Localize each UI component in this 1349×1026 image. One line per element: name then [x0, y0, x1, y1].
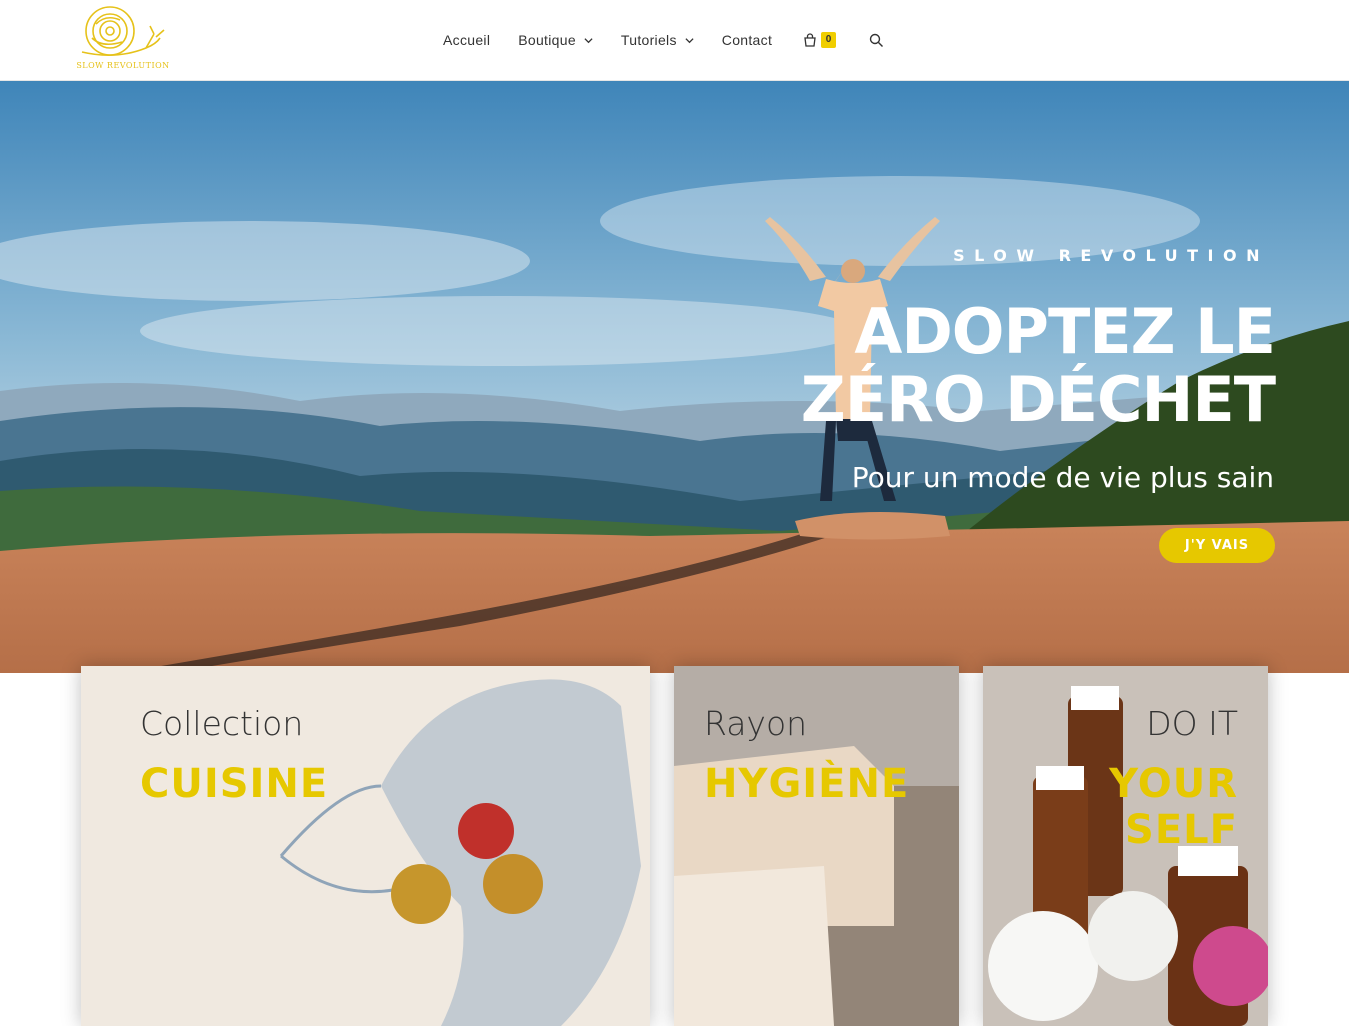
nav-item-accueil[interactable]: Accueil — [429, 32, 504, 48]
card-label: DO IT — [1146, 704, 1238, 743]
cart-count-badge: 0 — [821, 32, 837, 48]
main-navigation: Accueil Boutique Tutoriels Contact 0 — [429, 0, 898, 80]
nav-item-boutique[interactable]: Boutique — [504, 32, 607, 48]
card-label: Collection — [140, 704, 304, 743]
cart-button[interactable]: 0 — [786, 32, 853, 48]
shopping-bag-icon — [804, 33, 816, 47]
snail-logo-icon — [81, 6, 165, 56]
search-button[interactable] — [853, 33, 898, 48]
category-card-diy[interactable]: DO IT YOUR SELF — [983, 666, 1268, 1026]
nav-label: Accueil — [443, 32, 491, 48]
hero-subtitle: Pour un mode de vie plus sain — [851, 461, 1274, 494]
nav-label: Boutique — [518, 32, 576, 48]
nav-label: Tutoriels — [620, 32, 677, 48]
card-accent-title: HYGIÈNE — [704, 761, 910, 807]
card-accent-title: YOUR SELF — [1109, 761, 1238, 853]
search-icon — [869, 33, 884, 47]
site-header: SLOW REVOLUTION Accueil Boutique Tutorie… — [0, 0, 1349, 81]
hero-cta-button[interactable]: J'Y VAIS — [1159, 528, 1275, 563]
chevron-down-icon — [685, 37, 694, 43]
hero-title: ADOPTEZ LE ZÉRO DÉCHET — [800, 295, 1276, 436]
card-label: Rayon — [704, 704, 808, 743]
site-logo[interactable]: SLOW REVOLUTION — [76, 4, 170, 72]
card-accent-line: SELF — [1125, 807, 1238, 853]
hero-banner: SLOW REVOLUTION ADOPTEZ LE ZÉRO DÉCHET P… — [0, 81, 1349, 673]
logo-wordmark: SLOW REVOLUTION — [76, 61, 170, 70]
hero-kicker: SLOW REVOLUTION — [953, 246, 1269, 265]
card-accent-title: CUISINE — [140, 761, 329, 807]
nav-item-tutoriels[interactable]: Tutoriels — [607, 32, 708, 48]
nav-label: Contact — [721, 32, 773, 48]
nav-item-contact[interactable]: Contact — [708, 32, 786, 48]
chevron-down-icon — [584, 37, 593, 43]
category-card-cuisine[interactable]: Collection CUISINE — [81, 666, 650, 1026]
card-accent-line: YOUR — [1109, 761, 1238, 807]
category-card-hygiene[interactable]: Rayon HYGIÈNE — [674, 666, 959, 1026]
